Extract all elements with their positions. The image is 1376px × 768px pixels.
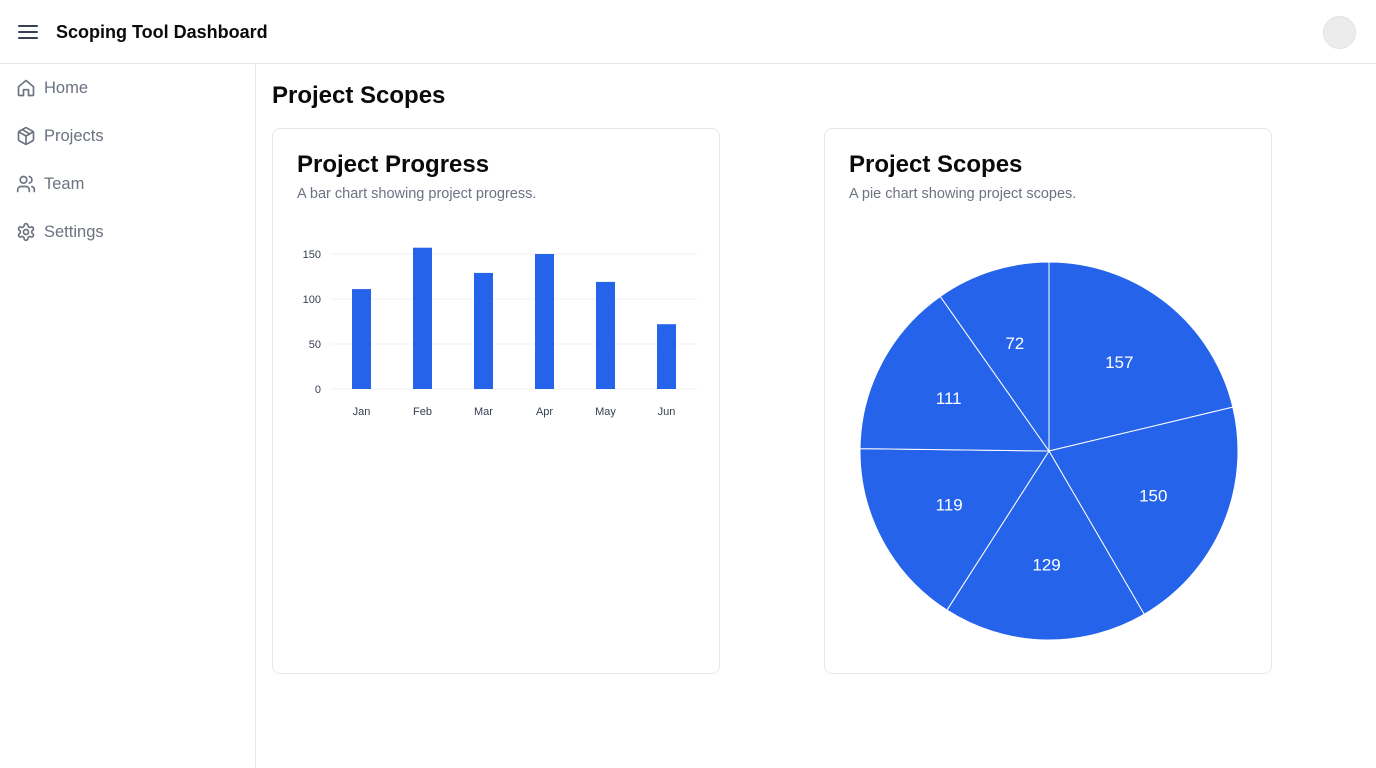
- sidebar-item-home[interactable]: Home: [16, 76, 88, 100]
- pie-slice-label: 111: [936, 389, 962, 408]
- y-tick-label: 100: [303, 294, 321, 306]
- users-icon: [16, 174, 36, 194]
- top-bar: Scoping Tool Dashboard: [0, 0, 1376, 64]
- pie-slice-label: 119: [936, 496, 963, 515]
- sidebar-item-label: Home: [44, 78, 89, 97]
- user-avatar[interactable]: [1323, 16, 1356, 49]
- page-title: Project Scopes: [272, 82, 446, 109]
- home-icon: [16, 78, 36, 98]
- app-title: Scoping Tool Dashboard: [56, 22, 268, 42]
- pie-slice-label: 157: [1105, 353, 1133, 372]
- pie-slice-label: 72: [1005, 334, 1024, 353]
- y-tick-label: 50: [309, 339, 321, 351]
- sidebar-item-label: Projects: [44, 126, 104, 145]
- x-tick-label: Apr: [536, 406, 553, 418]
- box-icon: [16, 126, 36, 146]
- bar-chart: 0 50 100 150 Jan Feb Mar Apr May Jun: [303, 247, 697, 418]
- gear-icon: [16, 222, 36, 242]
- hamburger-menu-icon[interactable]: [16, 20, 40, 44]
- x-tick-label: Feb: [413, 406, 432, 418]
- bar: [596, 281, 615, 389]
- x-tick-label: Jun: [658, 406, 676, 418]
- sidebar-item-team[interactable]: Team: [16, 172, 84, 196]
- sidebar-item-settings[interactable]: Settings: [16, 220, 104, 244]
- bar: [413, 247, 432, 389]
- sidebar-item-label: Team: [44, 174, 85, 193]
- x-tick-label: Mar: [474, 406, 493, 418]
- pie-chart: 157 150 129 119 111 72: [859, 261, 1239, 641]
- sidebar-item-projects[interactable]: Projects: [16, 124, 104, 148]
- y-tick-label: 0: [315, 384, 321, 396]
- y-tick-label: 150: [303, 249, 321, 261]
- sidebar: Home Projects Team Settings: [0, 64, 256, 768]
- sidebar-item-label: Settings: [44, 222, 104, 241]
- project-progress-card: Project Progress A bar chart showing pro…: [272, 128, 720, 674]
- pie-slice-label: 129: [1032, 555, 1060, 574]
- bar: [657, 324, 676, 389]
- bar: [535, 254, 554, 389]
- x-tick-label: May: [595, 406, 616, 418]
- project-scopes-card: Project Scopes A pie chart showing proje…: [824, 128, 1272, 674]
- bar: [352, 289, 371, 389]
- bar: [474, 272, 493, 389]
- x-tick-label: Jan: [353, 406, 371, 418]
- pie-slice-label: 150: [1139, 487, 1167, 506]
